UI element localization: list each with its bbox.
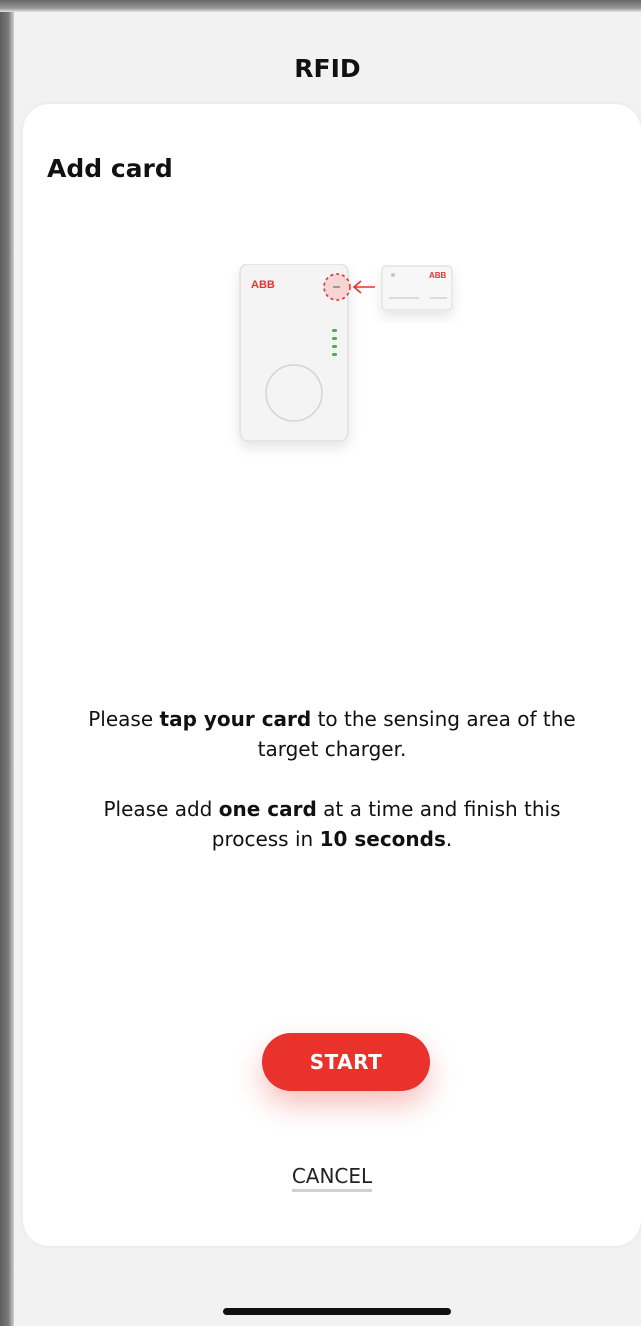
instruction-tap-card: Please tap your card to the sensing area… <box>88 707 576 761</box>
card-chip-dot <box>391 273 395 277</box>
start-button[interactable]: START <box>262 1033 430 1091</box>
home-indicator[interactable] <box>223 1308 451 1315</box>
charger-logo: ABB <box>251 279 275 291</box>
instructions-text: Please tap your card to the sensing area… <box>23 704 641 884</box>
cancel-button[interactable]: CANCEL <box>23 1164 641 1192</box>
status-led <box>332 337 337 340</box>
charger-and-card-graphic: ABB ABB <box>239 263 453 442</box>
status-led <box>332 345 337 348</box>
device-frame-top <box>0 0 641 12</box>
section-title: Add card <box>47 154 173 183</box>
device-frame-left <box>0 0 14 1326</box>
cancel-label: CANCEL <box>291 1164 373 1192</box>
page-title: RFID <box>294 54 361 83</box>
add-card-panel: Add card ABB ABB Please tap your card to… <box>23 104 641 1246</box>
tap-card-illustration: ABB ABB <box>223 263 463 464</box>
status-led <box>332 353 337 356</box>
app-screen: RFID Add card ABB ABB Please tap your ca… <box>14 12 641 1326</box>
sensor-slot <box>333 286 340 288</box>
rfid-card-logo: ABB <box>429 271 447 280</box>
status-led <box>332 329 337 332</box>
instruction-one-card: Please add one card at a time and finish… <box>103 797 561 851</box>
